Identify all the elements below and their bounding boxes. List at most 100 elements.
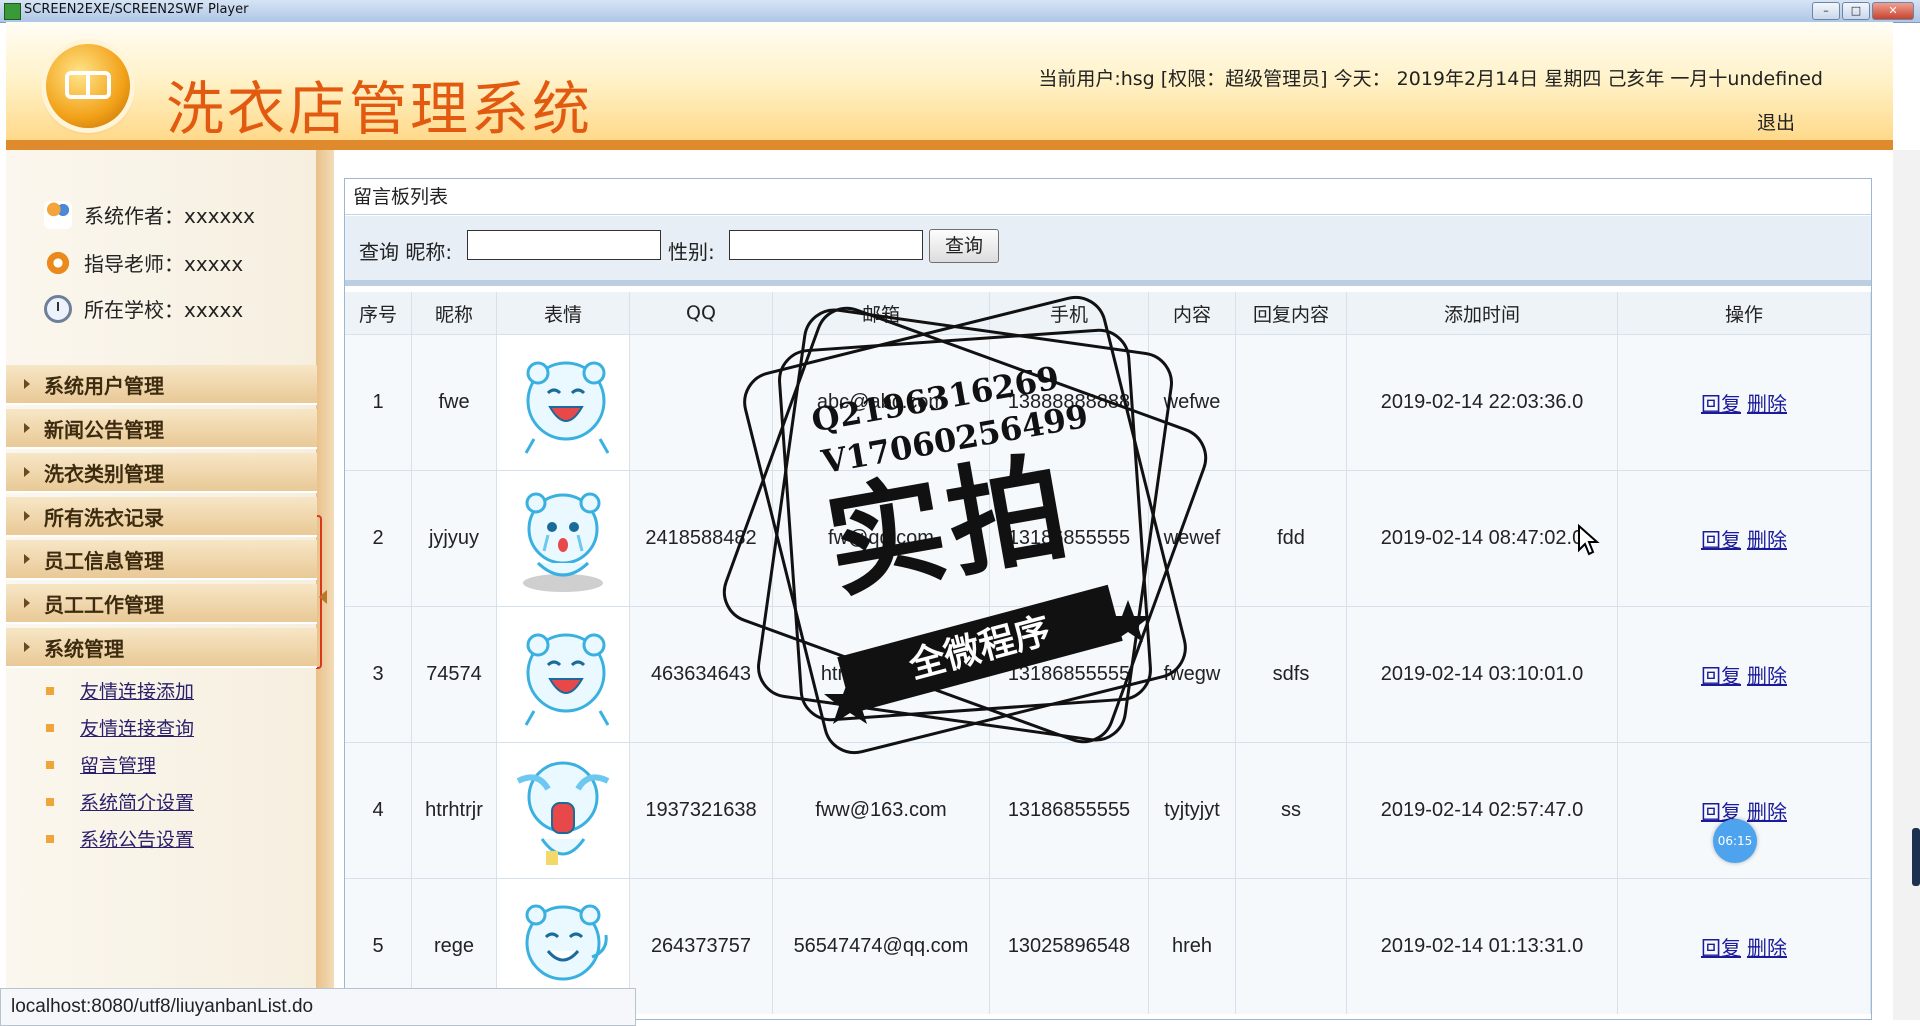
author-info: 系统作者：xxxxxx bbox=[44, 200, 255, 229]
col-emoticon: 表情 bbox=[496, 292, 630, 335]
cell-qq: 2418588482 bbox=[629, 470, 773, 607]
submenu-link-add[interactable]: 友情连接添加 bbox=[46, 677, 194, 704]
search-button[interactable]: 查询 bbox=[929, 229, 999, 263]
delete-link[interactable]: 删除 bbox=[1747, 392, 1787, 416]
submenu-notice-settings[interactable]: 系统公告设置 bbox=[46, 825, 194, 852]
teacher-label: 指导老师：xxxxx bbox=[84, 252, 244, 276]
window-controls: – □ ✕ bbox=[1812, 2, 1914, 20]
cell-content: fwegw bbox=[1148, 606, 1236, 743]
collapse-arrow-icon[interactable] bbox=[319, 590, 327, 604]
mouse-cursor-icon bbox=[1578, 524, 1600, 556]
cell-reply: ss bbox=[1235, 742, 1347, 879]
menu-staff-info[interactable]: 员工信息管理 bbox=[6, 540, 317, 580]
reply-link[interactable]: 回复 bbox=[1701, 528, 1741, 552]
cell-phone: 13186855555 bbox=[989, 742, 1149, 879]
maximize-button[interactable]: □ bbox=[1842, 2, 1870, 20]
current-user-info: 当前用户:hsg [权限：超级管理员] 今天： 2019年2月14日 星期四 己… bbox=[1038, 68, 1823, 90]
submenu-label[interactable]: 系统公告设置 bbox=[80, 825, 194, 852]
table-row: 3 74574 463634643 htr@163.com 1318685555… bbox=[345, 606, 1871, 743]
submenu-label[interactable]: 留言管理 bbox=[80, 751, 156, 778]
teacher-info: 指导老师：xxxxx bbox=[44, 248, 243, 277]
cell-qq: 463634643 bbox=[629, 606, 773, 743]
cell-reply bbox=[1235, 334, 1347, 471]
caret-right-icon bbox=[24, 642, 30, 652]
submenu-intro-settings[interactable]: 系统简介设置 bbox=[46, 788, 194, 815]
menu-system-admin[interactable]: 系统管理 bbox=[6, 628, 317, 668]
submenu-message-admin[interactable]: 留言管理 bbox=[46, 751, 156, 778]
cell-phone: 13186855555 bbox=[989, 470, 1149, 607]
author-label: 系统作者：xxxxxx bbox=[84, 204, 256, 228]
emoticon-cell bbox=[496, 334, 630, 471]
col-phone: 手机 bbox=[989, 292, 1149, 335]
menu-label: 洗衣类别管理 bbox=[44, 461, 164, 486]
cell-email: 56547474@qq.com bbox=[772, 878, 990, 1014]
close-button[interactable]: ✕ bbox=[1872, 2, 1914, 20]
cell-no: 1 bbox=[345, 334, 412, 471]
menu-label: 系统用户管理 bbox=[44, 373, 164, 398]
submenu-label[interactable]: 友情连接添加 bbox=[80, 677, 194, 704]
emoticon-cell bbox=[496, 742, 630, 879]
caret-right-icon bbox=[24, 554, 30, 564]
cell-actions: 回复 删除 bbox=[1617, 606, 1871, 743]
cell-nickname: htrhtrjr bbox=[411, 742, 497, 879]
menu-label: 员工信息管理 bbox=[44, 548, 164, 573]
submenu-label[interactable]: 系统简介设置 bbox=[80, 788, 194, 815]
users-icon bbox=[44, 200, 72, 229]
app-icon bbox=[4, 3, 21, 20]
col-time: 添加时间 bbox=[1346, 292, 1618, 335]
sidebar-collapse-handle[interactable] bbox=[316, 150, 334, 1020]
window-titlebar: SCREEN2EXE/SCREEN2SWF Player – □ ✕ bbox=[0, 0, 1920, 23]
delete-link[interactable]: 删除 bbox=[1747, 936, 1787, 960]
delete-link[interactable]: 删除 bbox=[1747, 664, 1787, 688]
caret-right-icon bbox=[24, 598, 30, 608]
reply-link[interactable]: 回复 bbox=[1701, 392, 1741, 416]
menu-label: 所有洗衣记录 bbox=[44, 505, 164, 530]
caret-right-icon bbox=[24, 423, 30, 433]
cell-phone: 13186855555 bbox=[989, 606, 1149, 743]
gender-input[interactable] bbox=[729, 230, 923, 260]
gender-label: 性别: bbox=[668, 240, 715, 264]
wailing-bear-emoticon-icon bbox=[516, 761, 610, 865]
menu-laundry-records[interactable]: 所有洗衣记录 bbox=[6, 497, 317, 537]
scrollbar-grip[interactable] bbox=[1912, 828, 1920, 886]
page-scrollbar[interactable] bbox=[1893, 150, 1920, 1020]
cell-nickname: jyjyuy bbox=[411, 470, 497, 607]
menu-system-users[interactable]: 系统用户管理 bbox=[6, 365, 317, 405]
cell-reply: fdd bbox=[1235, 470, 1347, 607]
table-header-row: 序号 昵称 表情 QQ 邮箱 手机 内容 回复内容 添加时间 操作 bbox=[345, 292, 1871, 335]
cell-content: wewef bbox=[1148, 470, 1236, 607]
reply-link[interactable]: 回复 bbox=[1701, 936, 1741, 960]
search-bar: 查询 昵称: 性别: 查询 bbox=[345, 216, 1871, 286]
caret-right-icon bbox=[24, 467, 30, 477]
bullet-icon bbox=[46, 723, 54, 732]
cell-email: fww@163.com bbox=[772, 742, 990, 879]
submenu-label[interactable]: 友情连接查询 bbox=[80, 714, 194, 741]
delete-link[interactable]: 删除 bbox=[1747, 528, 1787, 552]
cell-nickname: fwe bbox=[411, 334, 497, 471]
menu-staff-work[interactable]: 员工工作管理 bbox=[6, 584, 317, 624]
cell-email: htr@163.com bbox=[772, 606, 990, 743]
menu-laundry-categories[interactable]: 洗衣类别管理 bbox=[6, 453, 317, 493]
col-nickname: 昵称 bbox=[411, 292, 497, 335]
cell-no: 2 bbox=[345, 470, 412, 607]
laughing-bear-emoticon-icon bbox=[524, 633, 610, 726]
delete-link[interactable]: 删除 bbox=[1747, 800, 1787, 824]
emoticon-cell bbox=[496, 470, 630, 607]
menu-news[interactable]: 新闻公告管理 bbox=[6, 409, 317, 449]
clock-icon bbox=[44, 294, 72, 323]
menu-label: 系统管理 bbox=[44, 636, 124, 661]
nickname-input[interactable] bbox=[467, 230, 661, 260]
col-actions: 操作 bbox=[1617, 292, 1871, 335]
submenu-link-query[interactable]: 友情连接查询 bbox=[46, 714, 194, 741]
col-reply: 回复内容 bbox=[1235, 292, 1347, 335]
cell-actions: 回复 删除 bbox=[1617, 334, 1871, 471]
cell-time: 2019-02-14 03:10:01.0 bbox=[1346, 606, 1618, 743]
cell-qq bbox=[629, 334, 773, 471]
caret-right-icon bbox=[24, 511, 30, 521]
crying-bear-emoticon-icon bbox=[523, 492, 603, 592]
minimize-button[interactable]: – bbox=[1812, 2, 1840, 20]
logout-link[interactable]: 退出 bbox=[1757, 108, 1795, 135]
reply-link[interactable]: 回复 bbox=[1701, 664, 1741, 688]
bullet-icon bbox=[46, 686, 54, 695]
cell-content: wefwe bbox=[1148, 334, 1236, 471]
